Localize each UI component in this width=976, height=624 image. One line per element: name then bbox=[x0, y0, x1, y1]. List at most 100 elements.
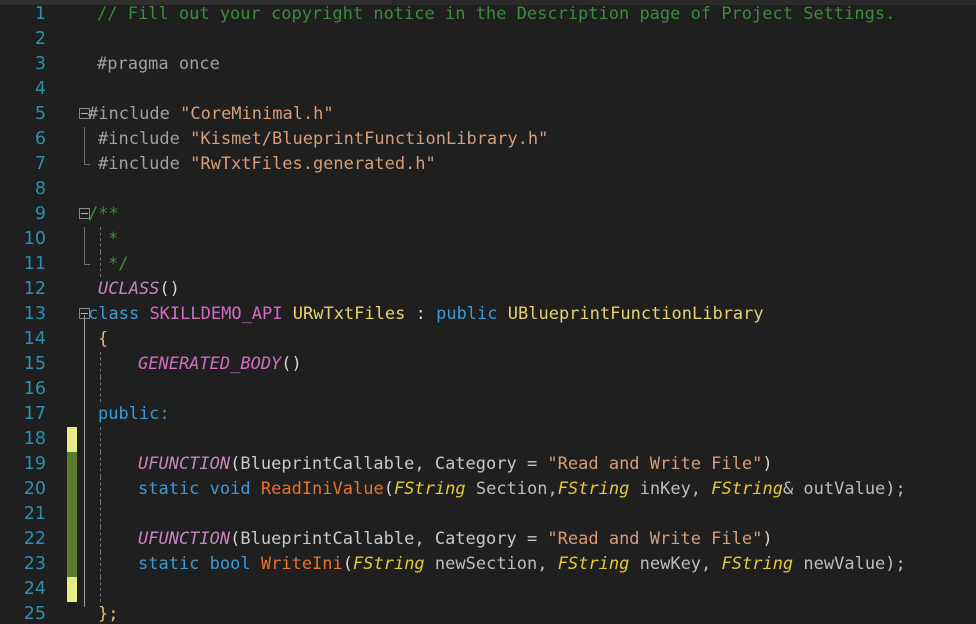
code-line[interactable]: 24 bbox=[0, 577, 976, 602]
token-parens: () bbox=[281, 354, 302, 374]
code-line[interactable]: 13 class SKILLDEMO_API URwTxtFiles : pub… bbox=[0, 302, 976, 327]
token-paren-close: ) bbox=[762, 529, 773, 549]
code-line[interactable]: 8 bbox=[0, 177, 976, 202]
line-number: 1 bbox=[34, 4, 46, 24]
change-marker-saved bbox=[67, 477, 77, 502]
change-marker-unsaved bbox=[67, 577, 77, 602]
token-access-specifier: public: bbox=[98, 404, 170, 424]
line-number: 7 bbox=[34, 154, 46, 174]
code-line[interactable]: 3 #pragma once bbox=[0, 52, 976, 77]
line-content: UFUNCTION(BlueprintCallable, Category = … bbox=[88, 527, 773, 552]
line-number: 6 bbox=[34, 129, 46, 149]
line-content: static void ReadIniValue(FString Section… bbox=[88, 477, 906, 502]
token-comment: /** bbox=[88, 204, 119, 224]
code-line[interactable]: 12 UCLASS() bbox=[0, 277, 976, 302]
token-class-name: URwTxtFiles bbox=[292, 304, 406, 324]
line-content: }; bbox=[88, 602, 118, 624]
code-line[interactable]: 22 UFUNCTION(BlueprintCallable, Category… bbox=[0, 527, 976, 552]
line-content: #include "CoreMinimal.h" bbox=[88, 102, 334, 127]
line-content: /** bbox=[88, 202, 119, 227]
line-number: 13 bbox=[23, 304, 46, 324]
token-param: inKey, bbox=[629, 479, 712, 499]
line-number: 2 bbox=[34, 29, 46, 49]
token-param: Section, bbox=[465, 479, 558, 499]
token-param: newSection, bbox=[424, 554, 558, 574]
fold-line-end bbox=[84, 252, 90, 265]
token-colon: : bbox=[415, 304, 426, 324]
line-number: 18 bbox=[23, 429, 46, 449]
token-type-fstring: FString bbox=[393, 479, 466, 499]
token-type-fstring: FString bbox=[711, 479, 783, 499]
token-paren-open: ( bbox=[230, 454, 241, 474]
code-line[interactable]: 1 // Fill out your copyright notice in t… bbox=[0, 2, 976, 27]
token-param: newValue); bbox=[793, 554, 906, 574]
line-number: 5 bbox=[34, 104, 46, 124]
line-number: 3 bbox=[34, 54, 46, 74]
token-paren-close: ) bbox=[762, 454, 773, 474]
token-string: "Read and Write File" bbox=[547, 454, 763, 474]
line-number: 11 bbox=[23, 254, 46, 274]
token-macro-ufunction: UFUNCTION bbox=[138, 529, 231, 549]
code-line[interactable]: 19 UFUNCTION(BlueprintCallable, Category… bbox=[0, 452, 976, 477]
line-number: 19 bbox=[23, 454, 46, 474]
token-string: "RwTxtFiles.generated.h" bbox=[190, 154, 436, 174]
code-line[interactable]: 15 GENERATED_BODY() bbox=[0, 352, 976, 377]
line-number: 20 bbox=[23, 479, 46, 499]
code-line[interactable]: 6 #include "Kismet/BlueprintFunctionLibr… bbox=[0, 127, 976, 152]
indent-guide bbox=[100, 577, 101, 602]
code-line[interactable]: 7 #include "RwTxtFiles.generated.h" bbox=[0, 152, 976, 177]
line-content: UCLASS() bbox=[88, 277, 180, 302]
code-line[interactable]: 4 bbox=[0, 77, 976, 102]
token-brace-open: { bbox=[98, 329, 109, 349]
token-preprocessor: #include bbox=[98, 129, 191, 149]
token-keyword-static: static bbox=[138, 554, 200, 574]
change-marker-saved bbox=[67, 452, 77, 477]
line-number: 21 bbox=[23, 504, 46, 524]
code-line[interactable]: 17 public: bbox=[0, 402, 976, 427]
token-preprocessor: #include bbox=[98, 154, 191, 174]
token-type-fstring: FString bbox=[557, 479, 630, 499]
line-number: 4 bbox=[34, 79, 46, 99]
line-number: 10 bbox=[23, 229, 46, 249]
line-number: 16 bbox=[23, 379, 46, 399]
line-content: class SKILLDEMO_API URwTxtFiles : public… bbox=[88, 302, 764, 327]
code-line[interactable]: 9 /** bbox=[0, 202, 976, 227]
code-line[interactable]: 14 { bbox=[0, 327, 976, 352]
indent-guide bbox=[100, 502, 101, 527]
token-function-name: WriteIni bbox=[260, 554, 343, 574]
line-number: 17 bbox=[23, 404, 46, 424]
line-content: { bbox=[88, 327, 108, 352]
code-line[interactable]: 18 bbox=[0, 427, 976, 452]
code-line[interactable]: 11 */ bbox=[0, 252, 976, 277]
line-content: UFUNCTION(BlueprintCallable, Category = … bbox=[88, 452, 773, 477]
code-line[interactable]: 10 * bbox=[0, 227, 976, 252]
token-base-class: UBlueprintFunctionLibrary bbox=[507, 304, 764, 324]
token-keyword-void: void bbox=[209, 479, 251, 499]
code-line[interactable]: 2 bbox=[0, 27, 976, 52]
line-content: #pragma once bbox=[88, 52, 220, 77]
token-macro-uclass: UCLASS bbox=[98, 279, 160, 299]
token-parens: () bbox=[159, 279, 180, 299]
line-number: 24 bbox=[23, 579, 46, 599]
code-line[interactable]: 16 bbox=[0, 377, 976, 402]
code-line[interactable]: 21 bbox=[0, 502, 976, 527]
fold-line bbox=[84, 227, 85, 252]
code-line[interactable]: 25 }; bbox=[0, 602, 976, 624]
code-editor[interactable]: 1 // Fill out your copyright notice in t… bbox=[0, 0, 976, 624]
line-number: 23 bbox=[23, 554, 46, 574]
token-macro-generated-body: GENERATED_BODY bbox=[138, 354, 282, 374]
token-type-fstring: FString bbox=[557, 554, 630, 574]
token-keyword-static: static bbox=[138, 479, 200, 499]
token-paren-open: ( bbox=[230, 529, 241, 549]
token-type-fstring: FString bbox=[353, 554, 425, 574]
code-line[interactable]: 23 static bool WriteIni(FString newSecti… bbox=[0, 552, 976, 577]
token-comment: // Fill out your copyright notice in the… bbox=[97, 4, 896, 24]
change-marker-unsaved bbox=[67, 427, 77, 452]
code-line[interactable]: 5 #include "CoreMinimal.h" bbox=[0, 102, 976, 127]
line-number: 14 bbox=[23, 329, 46, 349]
line-number: 9 bbox=[34, 204, 46, 224]
line-content: GENERATED_BODY() bbox=[88, 352, 302, 377]
change-marker-saved bbox=[67, 552, 77, 577]
fold-line bbox=[84, 127, 85, 152]
code-line[interactable]: 20 static void ReadIniValue(FString Sect… bbox=[0, 477, 976, 502]
